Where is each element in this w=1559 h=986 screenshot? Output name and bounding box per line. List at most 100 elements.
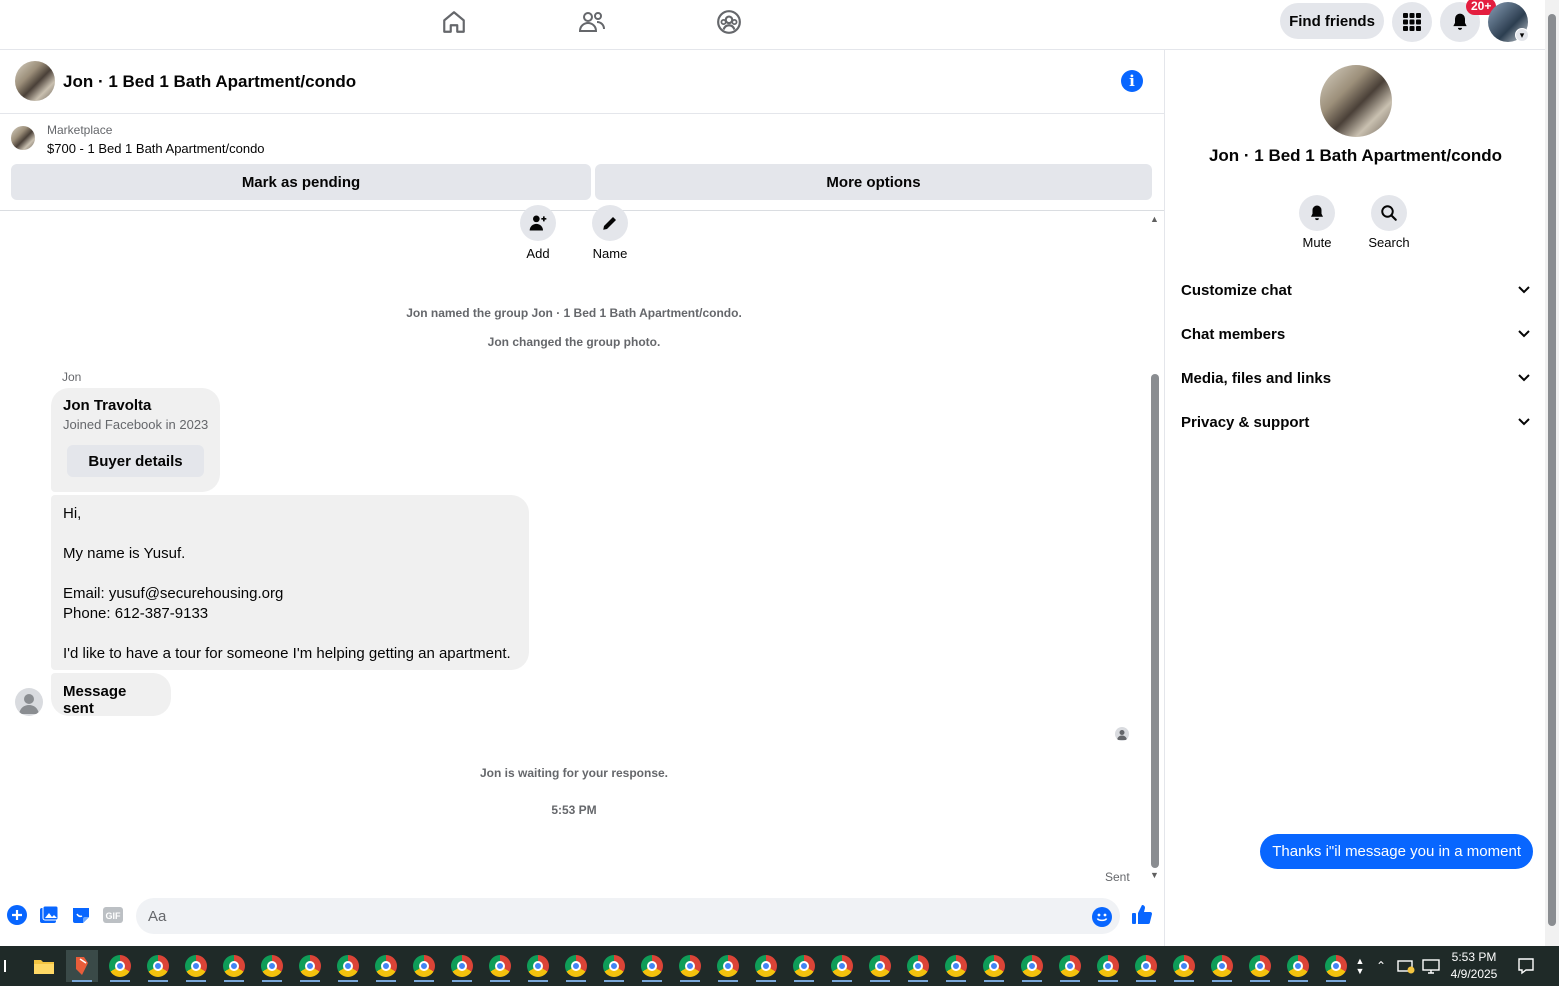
- app-icon[interactable]: [66, 950, 98, 982]
- chrome-window-icon[interactable]: [940, 950, 972, 982]
- window-indicator: [528, 980, 548, 982]
- chrome-window-icon[interactable]: [1092, 950, 1124, 982]
- chrome-window-icon[interactable]: [1244, 950, 1276, 982]
- chrome-window-icon[interactable]: [522, 950, 554, 982]
- marketplace-label: Marketplace: [47, 123, 113, 137]
- chrome-window-icon[interactable]: [294, 950, 326, 982]
- network-warning-icon[interactable]: [1394, 950, 1418, 982]
- chevron-down-icon[interactable]: ▾: [1515, 28, 1529, 42]
- chrome-window-icon[interactable]: [1320, 950, 1352, 982]
- name-group-button[interactable]: [592, 205, 628, 241]
- group-photo-large[interactable]: [1320, 65, 1392, 137]
- search-button[interactable]: [1371, 195, 1407, 231]
- chat-scrollbar-thumb[interactable]: [1151, 374, 1159, 868]
- plus-icon[interactable]: [6, 904, 28, 926]
- listing-thumbnail[interactable]: [11, 126, 35, 150]
- find-friends-button[interactable]: Find friends: [1280, 3, 1384, 39]
- chrome-window-icon[interactable]: [712, 950, 744, 982]
- grid-icon: [1403, 13, 1421, 31]
- mute-button[interactable]: [1299, 195, 1335, 231]
- chrome-window-icon[interactable]: [750, 950, 782, 982]
- listing-title[interactable]: $700 - 1 Bed 1 Bath Apartment/condo: [47, 141, 265, 156]
- group-photo[interactable]: [15, 61, 55, 101]
- notification-center-icon[interactable]: [1512, 950, 1540, 982]
- emoji-icon[interactable]: [1092, 907, 1112, 927]
- chevron-up-icon[interactable]: ⌃: [1370, 950, 1392, 982]
- window-indicator: [376, 980, 396, 982]
- chrome-window-icon[interactable]: [1206, 950, 1238, 982]
- menu-grid-button[interactable]: [1392, 2, 1432, 42]
- task-view-icon[interactable]: [0, 950, 12, 982]
- chrome-icon: [299, 955, 321, 977]
- photo-icon[interactable]: [38, 904, 60, 926]
- chrome-window-icon[interactable]: [256, 950, 288, 982]
- chrome-window-icon[interactable]: [484, 950, 516, 982]
- home-icon[interactable]: [437, 8, 471, 36]
- file-explorer-icon[interactable]: [28, 950, 60, 982]
- scroll-down-arrow[interactable]: ▼: [1150, 870, 1159, 880]
- chrome-window-icon[interactable]: [446, 950, 478, 982]
- chrome-window-icon[interactable]: [1054, 950, 1086, 982]
- buyer-details-button[interactable]: Buyer details: [67, 445, 204, 477]
- section-customize-chat[interactable]: Customize chat: [1181, 270, 1531, 310]
- message-sent-bubble[interactable]: Message sent: [51, 673, 171, 717]
- chrome-window-icon[interactable]: [142, 950, 174, 982]
- chrome-window-icon[interactable]: [218, 950, 250, 982]
- chrome-icon: [679, 955, 701, 977]
- chrome-window-icon[interactable]: [370, 950, 402, 982]
- chrome-window-icon[interactable]: [902, 950, 934, 982]
- chrome-window-icon[interactable]: [560, 950, 592, 982]
- groups-icon[interactable]: [712, 8, 746, 36]
- window-indicator: [642, 980, 662, 982]
- chrome-window-icon[interactable]: [598, 950, 630, 982]
- taskbar-scroll[interactable]: ▲ ▼: [1352, 950, 1368, 982]
- clock[interactable]: 5:53 PM 4/9/2025: [1446, 949, 1502, 983]
- chrome-window-icon[interactable]: [1282, 950, 1314, 982]
- chrome-window-icon[interactable]: [978, 950, 1010, 982]
- section-media-files-links[interactable]: Media, files and links: [1181, 358, 1531, 398]
- chrome-window-icon[interactable]: [788, 950, 820, 982]
- chrome-window-icon[interactable]: [104, 950, 136, 982]
- thumbs-up-icon[interactable]: [1130, 903, 1154, 927]
- chrome-icon: [261, 955, 283, 977]
- chat-title[interactable]: Jon · 1 Bed 1 Bath Apartment/condo: [63, 72, 356, 92]
- add-people-button[interactable]: [520, 205, 556, 241]
- message-bubble[interactable]: Hi, My name is Yusuf. Email: yusuf@secur…: [51, 495, 529, 670]
- window-indicator: [566, 980, 586, 982]
- chrome-window-icon[interactable]: [636, 950, 668, 982]
- sticker-icon[interactable]: [70, 904, 92, 926]
- window-indicator: [338, 980, 358, 982]
- section-label: Privacy & support: [1181, 413, 1310, 431]
- divider: [0, 210, 1164, 211]
- scroll-up-arrow[interactable]: ▲: [1150, 214, 1159, 224]
- friends-icon[interactable]: [575, 8, 609, 36]
- chrome-window-icon[interactable]: [864, 950, 896, 982]
- info-icon[interactable]: i: [1121, 70, 1143, 92]
- window-indicator: [946, 980, 966, 982]
- display-icon[interactable]: [1419, 950, 1443, 982]
- chrome-window-icon[interactable]: [1130, 950, 1162, 982]
- sender-avatar[interactable]: [15, 688, 43, 716]
- chrome-window-icon[interactable]: [1016, 950, 1048, 982]
- page-scrollbar[interactable]: [1545, 0, 1559, 946]
- message-line: Email: yusuf@securehousing.org: [63, 585, 284, 602]
- chrome-window-icon[interactable]: [408, 950, 440, 982]
- chrome-window-icon[interactable]: [1168, 950, 1200, 982]
- section-chat-members[interactable]: Chat members: [1181, 314, 1531, 354]
- page-scrollbar-thumb[interactable]: [1548, 14, 1556, 926]
- chrome-window-icon[interactable]: [826, 950, 858, 982]
- details-title: Jon · 1 Bed 1 Bath Apartment/condo: [1208, 146, 1503, 165]
- mark-as-pending-button[interactable]: Mark as pending: [11, 164, 591, 200]
- window-indicator: [1136, 980, 1156, 982]
- chrome-window-icon[interactable]: [180, 950, 212, 982]
- chrome-window-icon[interactable]: [674, 950, 706, 982]
- gif-icon[interactable]: GIF: [102, 904, 124, 926]
- section-privacy-support[interactable]: Privacy & support: [1181, 402, 1531, 442]
- system-message: Jon changed the group photo.: [487, 335, 661, 349]
- more-options-button[interactable]: More options: [595, 164, 1152, 200]
- chrome-icon: [831, 955, 853, 977]
- message-input[interactable]: [136, 898, 1120, 934]
- chrome-window-icon[interactable]: [332, 950, 364, 982]
- window-indicator: [224, 980, 244, 982]
- window-indicator: [1212, 980, 1232, 982]
